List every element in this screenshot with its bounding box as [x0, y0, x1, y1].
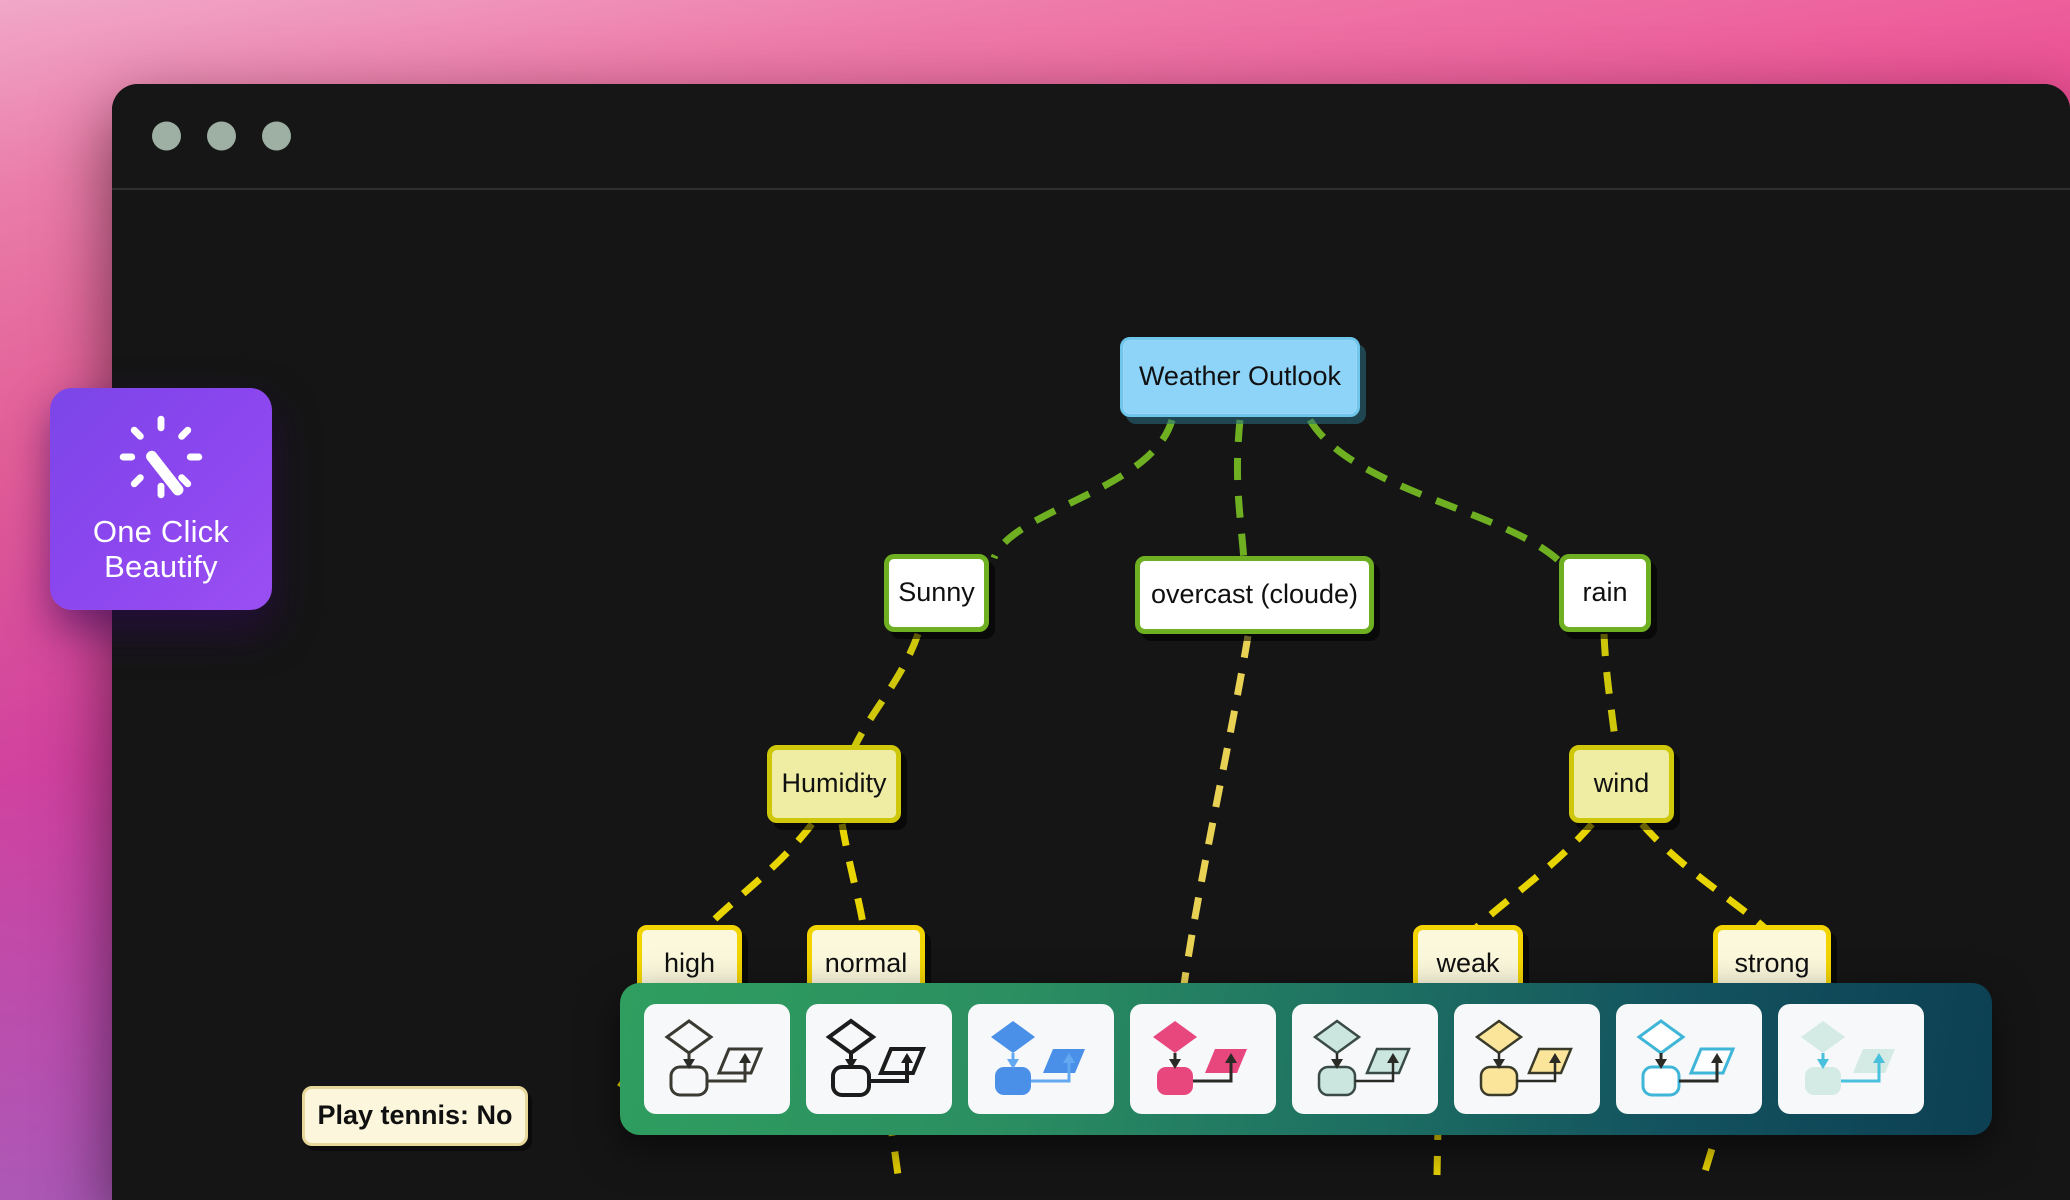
node-label: overcast (cloude) — [1150, 579, 1359, 610]
theme-picker-bar[interactable] — [620, 983, 1992, 1135]
screenshot-stage: One Click Beautify Weather Outlook Sunny… — [0, 0, 2070, 1200]
tree-node-rain[interactable]: rain — [1559, 554, 1651, 632]
edge-wind-strong — [1639, 821, 1770, 933]
node-label: wind — [1593, 768, 1650, 799]
window-titlebar — [112, 84, 2070, 190]
edge-root-sunny — [990, 418, 1176, 560]
theme-swatch-solid-blue[interactable] — [968, 1004, 1114, 1114]
theme-swatch-mint-fill[interactable] — [1292, 1004, 1438, 1114]
edge-humidity-high — [701, 821, 815, 933]
theme-swatch-solid-pink[interactable] — [1130, 1004, 1276, 1114]
tree-node-wind[interactable]: wind — [1569, 745, 1674, 823]
beautify-label-line1: One Click — [92, 513, 230, 549]
node-label: strong — [1734, 948, 1810, 979]
node-label: normal — [824, 948, 908, 979]
node-label: high — [663, 948, 716, 979]
edge-humidity-normal — [838, 823, 868, 931]
node-label: rain — [1582, 577, 1628, 608]
theme-swatch-outline-black[interactable] — [806, 1004, 952, 1114]
theme-swatch-pale-yellow[interactable] — [1454, 1004, 1600, 1114]
traffic-lights — [152, 121, 291, 151]
node-label: weak — [1436, 948, 1500, 979]
edge-root-rain — [1307, 418, 1561, 563]
theme-swatch-cyan-outline[interactable] — [1616, 1004, 1762, 1114]
minimize-window-button[interactable] — [207, 121, 236, 151]
theme-swatch-soft-mint[interactable] — [1778, 1004, 1924, 1114]
edge-wind-weak — [1471, 821, 1595, 933]
node-label: Sunny — [898, 577, 975, 608]
edge-root-overcast — [1233, 419, 1248, 561]
tree-node-humidity[interactable]: Humidity — [767, 745, 901, 823]
tree-node-overcast[interactable]: overcast (cloude) — [1135, 556, 1374, 634]
node-label: Weather Outlook — [1138, 361, 1342, 392]
beautify-label-line2: Beautify — [104, 549, 218, 584]
tree-node-weather-outlook[interactable]: Weather Outlook — [1120, 337, 1360, 417]
tree-node-play-tennis-no[interactable]: Play tennis: No — [302, 1086, 528, 1146]
tree-node-sunny[interactable]: Sunny — [884, 554, 989, 632]
node-label: Humidity — [781, 768, 887, 799]
edge-sunny-humidity — [850, 632, 922, 750]
one-click-beautify-card[interactable]: One Click Beautify — [50, 388, 272, 610]
edge-rain-wind — [1600, 633, 1620, 749]
close-window-button[interactable] — [152, 121, 181, 151]
theme-swatch-outline-mono[interactable] — [644, 1004, 790, 1114]
node-label: Play tennis: No — [317, 1100, 513, 1131]
maximize-window-button[interactable] — [262, 121, 291, 151]
magic-wand-sparkle-icon — [119, 415, 203, 498]
